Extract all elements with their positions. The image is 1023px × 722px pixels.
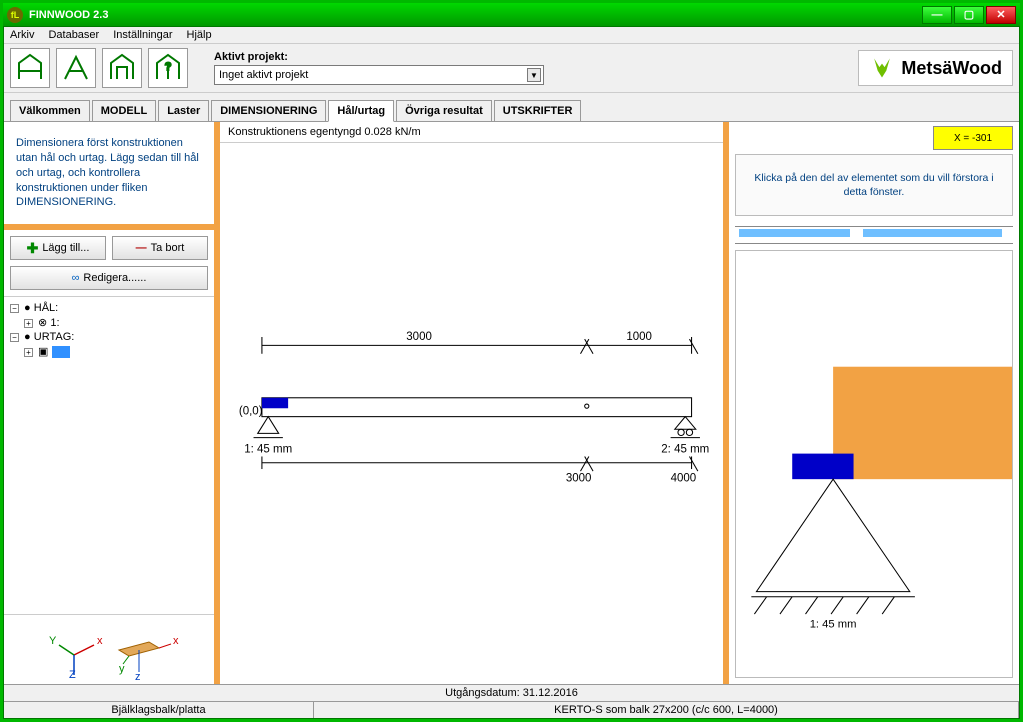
active-project-value: Inget aktivt projekt	[219, 69, 308, 81]
add-label: Lägg till...	[42, 242, 89, 254]
svg-text:2: 45 mm: 2: 45 mm	[661, 443, 709, 455]
svg-text:1000: 1000	[626, 331, 652, 343]
app-icon: fL	[7, 7, 23, 23]
menu-databaser[interactable]: Databaser	[48, 29, 99, 41]
svg-text:1: 45 mm: 1: 45 mm	[244, 443, 292, 455]
tab-dimensionering[interactable]: DIMENSIONERING	[211, 100, 326, 122]
svg-text:4000: 4000	[671, 473, 697, 485]
tab-laster[interactable]: Laster	[158, 100, 209, 122]
svg-text:?: ?	[165, 61, 171, 73]
cursor-coord: X = -301	[933, 126, 1013, 150]
main-canvas[interactable]: 3000 1000 (0,0) 1: 45	[220, 143, 723, 684]
tab-utskrifter[interactable]: UTSKRIFTER	[494, 100, 582, 122]
minimize-button[interactable]: —	[922, 6, 952, 24]
self-weight-label: Konstruktionens egentyngd 0.028 kN/m	[228, 126, 421, 138]
window-title: FINNWOOD 2.3	[29, 9, 108, 21]
detail-canvas[interactable]: 1: 45 mm	[735, 250, 1013, 678]
active-project-select[interactable]: Inget aktivt projekt ▼	[214, 65, 544, 85]
status-date: Utgångsdatum: 31.12.2016	[4, 684, 1019, 701]
moose-icon	[869, 55, 895, 81]
svg-text:(0,0): (0,0)	[239, 406, 263, 418]
svg-text:Y: Y	[49, 635, 57, 647]
brand-logo: MetsäWood	[858, 50, 1013, 86]
menu-hjalp[interactable]: Hjälp	[187, 29, 212, 41]
axis-indicator: x Y Z x y z	[4, 614, 214, 684]
maximize-button[interactable]: ▢	[954, 6, 984, 24]
element-ruler[interactable]	[735, 226, 1013, 244]
tree-urtag-sel[interactable]: + ▣	[10, 344, 208, 359]
structure-type-1-button[interactable]	[10, 48, 50, 88]
menu-installningar[interactable]: Inställningar	[113, 29, 172, 41]
status-product: KERTO-S som balk 27x200 (c/c 600, L=4000…	[314, 702, 1019, 718]
svg-text:3000: 3000	[566, 473, 592, 485]
svg-text:3000: 3000	[406, 331, 432, 343]
svg-text:1: 45 mm: 1: 45 mm	[810, 619, 857, 631]
dropdown-arrow-icon: ▼	[527, 68, 541, 82]
minus-icon: —	[136, 242, 147, 254]
tree-hal-1[interactable]: + ⊗ 1:	[10, 315, 208, 330]
edit-icon: ∞	[72, 272, 80, 284]
svg-text:x: x	[97, 635, 103, 647]
add-button[interactable]: ✚ Lägg till...	[10, 236, 106, 260]
active-project-label: Aktivt projekt:	[214, 51, 544, 63]
close-button[interactable]: ✕	[986, 6, 1016, 24]
edit-label: Redigera......	[83, 272, 146, 284]
svg-text:y: y	[119, 663, 125, 675]
tab-halurtag[interactable]: Hål/urtag	[328, 100, 394, 122]
structure-type-3-button[interactable]	[102, 48, 142, 88]
tab-modell[interactable]: MODELL	[92, 100, 156, 122]
structure-type-4-button[interactable]: ?	[148, 48, 188, 88]
tab-ovriga[interactable]: Övriga resultat	[396, 100, 492, 122]
svg-text:z: z	[135, 671, 141, 680]
edit-button[interactable]: ∞ Redigera......	[10, 266, 208, 290]
instruction-text: Dimensionera först konstruktionen utan h…	[4, 122, 214, 230]
hole-notch-tree[interactable]: − ● HÅL: + ⊗ 1: − ● URTAG: + ▣	[4, 296, 214, 614]
tab-valkommen[interactable]: Välkommen	[10, 100, 90, 122]
status-type: Bjälklagsbalk/platta	[4, 702, 314, 718]
tree-urtag[interactable]: − ● URTAG:	[10, 330, 208, 344]
tree-hal[interactable]: − ● HÅL:	[10, 301, 208, 315]
zoom-hint: Klicka på den del av elementet som du vi…	[735, 154, 1013, 216]
remove-label: Ta bort	[151, 242, 185, 254]
structure-type-2-button[interactable]	[56, 48, 96, 88]
svg-text:x: x	[173, 635, 179, 647]
remove-button[interactable]: — Ta bort	[112, 236, 208, 260]
svg-text:Z: Z	[69, 669, 76, 680]
brand-text: MetsäWood	[901, 58, 1002, 79]
plus-icon: ✚	[27, 240, 39, 257]
menu-arkiv[interactable]: Arkiv	[10, 29, 34, 41]
